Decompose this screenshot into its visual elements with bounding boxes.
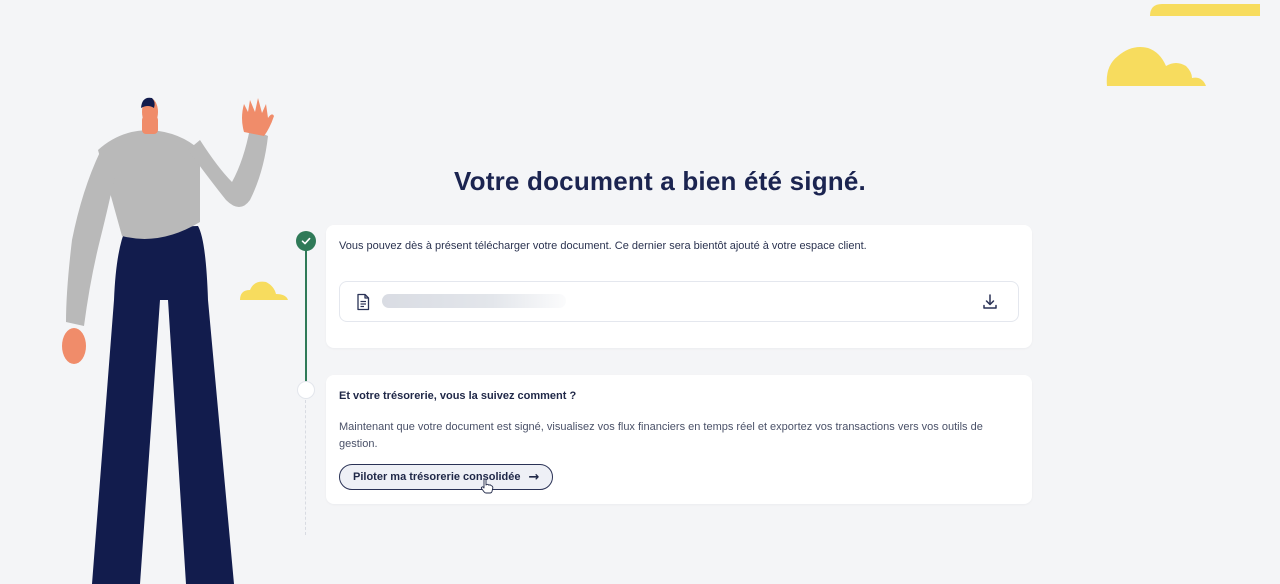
person-waving-illustration — [62, 97, 288, 584]
page-title: Votre document a bien été signé. — [454, 166, 866, 196]
check-icon — [301, 237, 311, 245]
timeline-line — [305, 250, 307, 388]
cloud-icon — [1150, 4, 1260, 16]
file-icon — [357, 293, 370, 311]
hand-cursor-icon — [480, 478, 494, 494]
cta-label: Piloter ma trésorerie consolidée — [353, 471, 521, 483]
timeline-dashed-line — [305, 400, 306, 535]
treasury-description: Maintenant que votre document est signé,… — [339, 421, 983, 450]
page: Votre document a bien été signé. Vous po… — [0, 0, 1280, 584]
document-name-redacted — [382, 294, 566, 308]
cloud-icon — [1106, 47, 1206, 86]
treasury-question: Et votre trésorerie, vous la suivez comm… — [339, 390, 577, 402]
step-pending-indicator — [297, 381, 315, 399]
download-intro-text: Vous pouvez dès à présent télécharger vo… — [339, 240, 867, 252]
document-row[interactable] — [339, 281, 1019, 322]
arrow-right-icon: → — [528, 469, 540, 485]
signed-document-card: Vous pouvez dès à présent télécharger vo… — [326, 225, 1032, 348]
treasury-cta-button[interactable]: Piloter ma trésorerie consolidée → — [339, 464, 554, 490]
step-completed-indicator — [296, 231, 316, 251]
treasury-card: Et votre trésorerie, vous la suivez comm… — [326, 375, 1032, 504]
download-button[interactable] — [980, 292, 1000, 312]
download-icon — [983, 294, 997, 309]
